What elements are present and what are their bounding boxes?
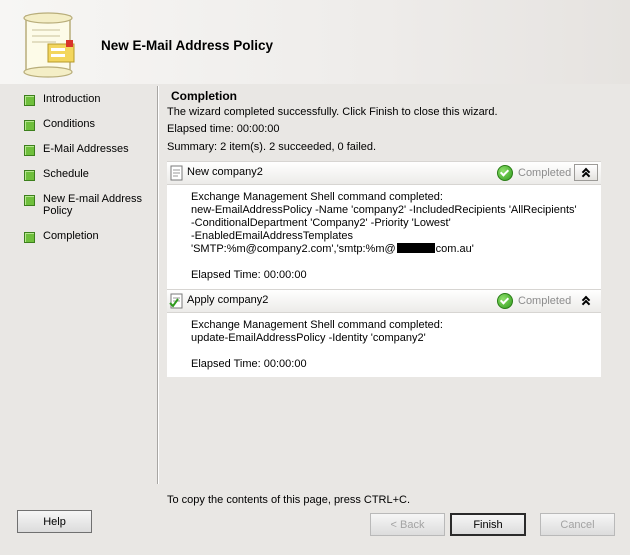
collapse-button[interactable] [574,164,598,181]
wizard-steps-nav: Introduction Conditions E-Mail Addresses… [22,93,158,255]
green-check-icon [497,165,513,181]
output-line: Exchange Management Shell command comple… [191,191,443,203]
output-text: com.au' [435,243,474,255]
step-status-icon [24,120,35,131]
chevron-double-up-icon [581,168,591,178]
completion-message: The wizard completed successfully. Click… [167,106,498,118]
green-check-icon [497,293,513,309]
task-header: Apply company2 Completed [167,289,601,313]
completion-page: Completion The wizard completed successf… [167,88,601,156]
elapsed-time: Elapsed time: 00:00:00 [167,123,280,135]
summary-text: Summary: 2 item(s). 2 succeeded, 0 faile… [167,141,377,153]
task-output: Exchange Management Shell command comple… [167,185,601,289]
nav-item-label: New E-mail Address Policy [43,193,143,217]
nav-item-label: Completion [43,230,99,242]
chevron-double-up-icon [581,296,591,306]
output-line: -EnabledEmailAddressTemplates [191,230,354,242]
nav-item-new-email-address-policy[interactable]: New E-mail Address Policy [22,193,158,230]
task-elapsed: Elapsed Time: 00:00:00 [191,358,307,370]
copy-hint: To copy the contents of this page, press… [167,494,411,506]
task-status: Completed [497,293,571,309]
step-status-icon [24,170,35,181]
output-line: -ConditionalDepartment 'Company2' -Prior… [191,217,451,229]
task-name: New company2 [187,166,263,178]
back-button[interactable]: < Back [370,513,445,536]
nav-item-label: Introduction [43,93,101,105]
task-header: New company2 Completed [167,161,601,185]
task-new-company2: New company2 Completed Exchange Manageme… [167,161,601,289]
collapse-button[interactable] [574,292,598,309]
redaction-bar [396,243,435,253]
help-button[interactable]: Help [17,510,92,533]
nav-item-email-addresses[interactable]: E-Mail Addresses [22,143,158,168]
nav-item-completion[interactable]: Completion [22,230,158,255]
output-line: update-EmailAddressPolicy -Identity 'com… [191,332,426,344]
wizard-title: New E-Mail Address Policy [101,38,274,53]
output-line: Exchange Management Shell command comple… [191,319,443,331]
nav-item-label: Schedule [43,168,89,180]
step-status-icon [24,95,35,106]
task-output: Exchange Management Shell command comple… [167,313,601,377]
output-line-templates: 'SMTP:%m@company2.com','smtp:%m@ com.au' [191,243,601,256]
output-line: new-EmailAddressPolicy -Name 'company2' … [191,204,577,216]
task-name: Apply company2 [187,294,269,306]
task-status-label: Completed [518,295,572,307]
nav-item-schedule[interactable]: Schedule [22,168,158,193]
step-status-icon [24,232,35,243]
step-status-icon [24,145,35,156]
nav-item-label: Conditions [43,118,95,130]
finish-button[interactable]: Finish [450,513,526,536]
task-apply-company2: Apply company2 Completed Exchange Manage… [167,289,601,377]
step-status-icon [24,195,35,206]
scroll-document-icon [23,12,75,78]
task-status-label: Completed [518,167,572,179]
page-title: Completion [171,89,237,103]
wizard-header: New E-Mail Address Policy [0,0,630,84]
task-status: Completed [497,165,571,181]
output-text: 'SMTP:%m@company2.com','smtp:%m@ [191,243,396,255]
cancel-button[interactable]: Cancel [540,513,615,536]
nav-item-label: E-Mail Addresses [43,143,129,155]
nav-item-conditions[interactable]: Conditions [22,118,158,143]
task-elapsed: Elapsed Time: 00:00:00 [191,269,307,281]
vertical-divider [157,86,159,484]
document-apply-icon [169,293,183,309]
document-icon [170,165,183,181]
nav-item-introduction[interactable]: Introduction [22,93,158,118]
